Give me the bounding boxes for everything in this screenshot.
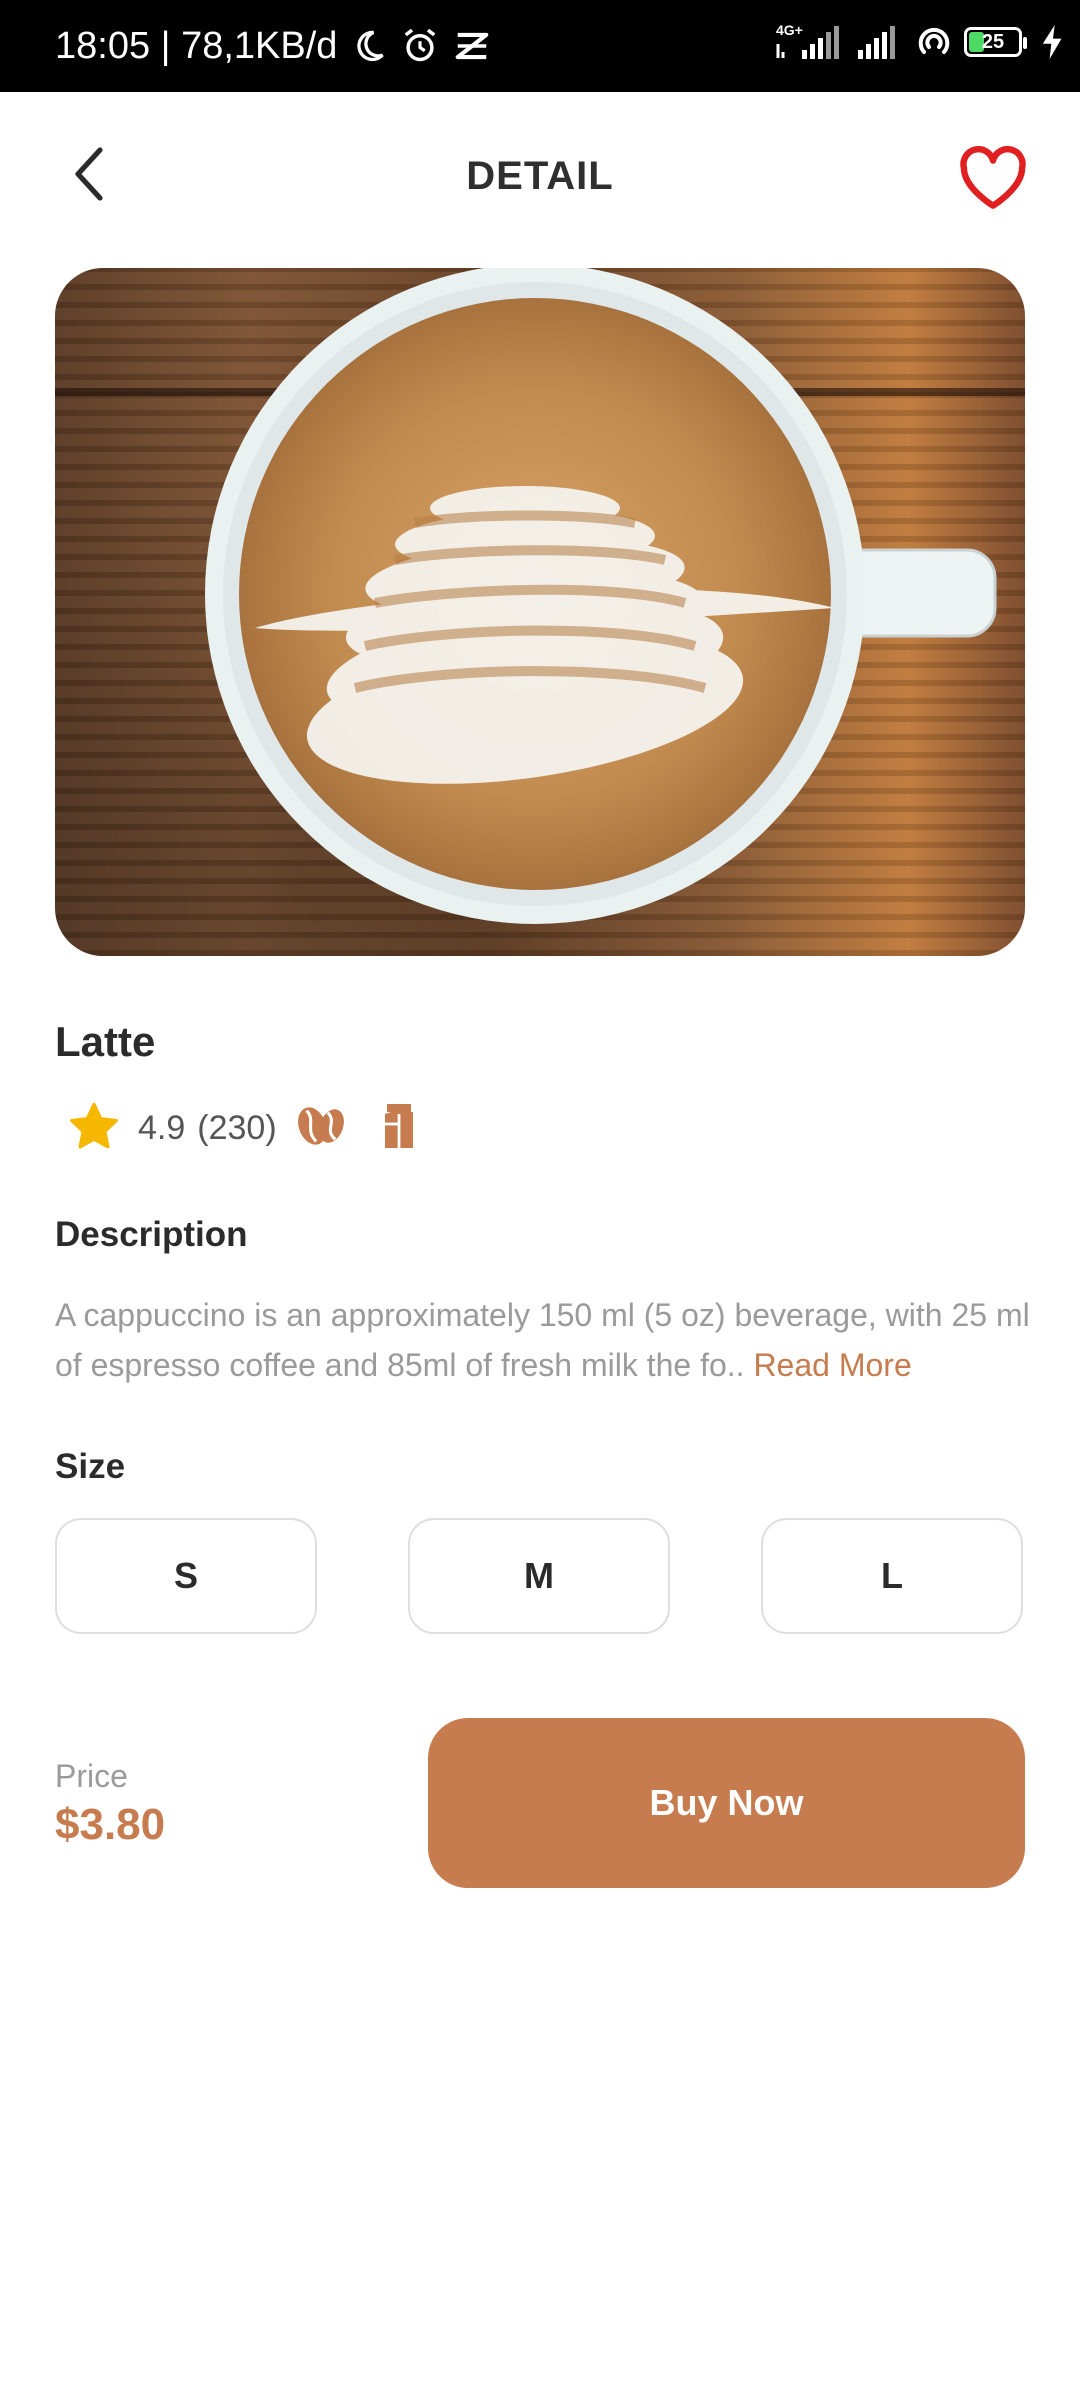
description-title: Description <box>55 1215 248 1254</box>
page-title: DETAIL <box>466 154 614 198</box>
rating-row: 4.9 (230) <box>68 1098 417 1158</box>
size-option-m[interactable]: M <box>408 1518 670 1634</box>
price-label: Price <box>55 1758 128 1794</box>
size-title: Size <box>55 1447 126 1486</box>
read-more-link[interactable]: Read More <box>753 1347 911 1383</box>
alarm-icon <box>401 27 439 65</box>
moon-icon <box>351 28 387 64</box>
product-name: Latte <box>55 1018 156 1065</box>
buy-now-button[interactable]: Buy Now <box>428 1718 1025 1888</box>
hotspot-icon <box>914 22 954 62</box>
star-icon <box>68 1101 120 1156</box>
status-time: 18:05 | 78,1KB/d <box>55 25 338 67</box>
size-option-s[interactable]: S <box>55 1518 317 1634</box>
favorite-button[interactable] <box>955 142 1031 218</box>
coffee-bean-icon <box>295 1102 345 1155</box>
status-left: 18:05 | 78,1KB/d <box>55 22 491 70</box>
rating-count: (230) <box>197 1108 277 1147</box>
network-type: 4G+ <box>776 22 803 38</box>
price-value: $3.80 <box>55 1800 166 1849</box>
latte-cup-illustration <box>205 268 997 924</box>
battery-level: 25 <box>981 30 1005 53</box>
top-app-bar: DETAIL <box>0 92 1080 270</box>
size-option-l[interactable]: L <box>761 1518 1023 1634</box>
charging-icon <box>1042 25 1064 59</box>
battery-icon: 25 <box>964 27 1027 57</box>
status-bar: 18:05 | 78,1KB/d 4G+ 25 <box>0 0 1080 92</box>
nfc-icon <box>453 27 491 65</box>
heart-outline-icon <box>958 145 1028 215</box>
signal-icon: 4G+ <box>774 22 844 62</box>
rating-value: 4.9 <box>138 1108 186 1147</box>
product-image <box>55 268 1025 956</box>
signal-icon <box>854 22 904 62</box>
status-right: 4G+ 25 <box>774 22 1064 62</box>
milk-carton-icon <box>381 1102 417 1155</box>
description-text: A cappuccino is an approximately 150 ml … <box>55 1290 1035 1390</box>
